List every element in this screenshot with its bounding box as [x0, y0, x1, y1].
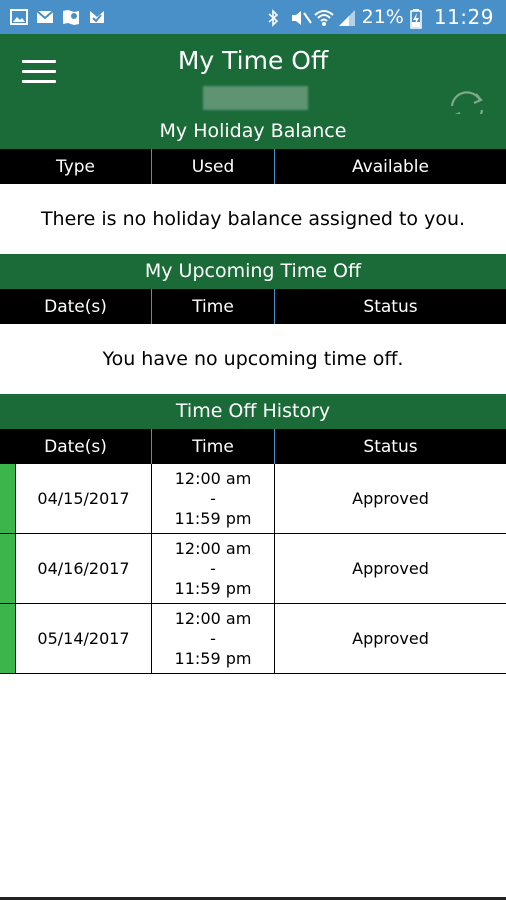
upcoming-header: Date(s) Time Status	[0, 289, 506, 324]
row-time-end: 11:59 pm	[174, 648, 252, 668]
row-status: Approved	[352, 629, 429, 648]
table-row[interactable]: 04/15/2017 12:00 am - 11:59 pm Approved	[0, 464, 506, 534]
row-status: Approved	[352, 559, 429, 578]
column-status: Status	[363, 296, 418, 317]
row-time-separator: -	[210, 558, 216, 578]
history-title: Time Off History	[0, 394, 506, 429]
column-type: Type	[0, 149, 152, 184]
row-time-start: 12:00 am	[174, 468, 252, 488]
upcoming-title: My Upcoming Time Off	[0, 254, 506, 289]
mute-icon	[290, 9, 312, 25]
row-status: Approved	[352, 489, 429, 508]
signal-icon	[338, 9, 356, 26]
row-time-separator: -	[210, 628, 216, 648]
approved-marker	[0, 534, 16, 603]
wifi-icon	[313, 9, 334, 26]
gmail-icon	[36, 9, 54, 25]
row-time: 12:00 am - 11:59 pm	[152, 604, 275, 673]
row-time-end: 11:59 pm	[174, 508, 252, 528]
column-dates: Date(s)	[0, 429, 152, 464]
holiday-balance-empty: There is no holiday balance assigned to …	[40, 208, 466, 230]
row-time-start: 12:00 am	[174, 538, 252, 558]
app-bar: My Time Off	[0, 34, 506, 125]
gallery-icon	[10, 9, 28, 25]
holiday-balance-header: Type Used Available	[0, 149, 506, 184]
row-time-start: 12:00 am	[174, 608, 252, 628]
battery-percent: 21%	[361, 6, 404, 28]
clock: 11:29	[433, 5, 494, 29]
row-date: 04/15/2017	[16, 464, 152, 533]
row-date: 04/16/2017	[16, 534, 152, 603]
column-used: Used	[152, 149, 275, 184]
row-time-separator: -	[210, 488, 216, 508]
bluetooth-icon	[266, 9, 284, 27]
column-time: Time	[152, 289, 275, 324]
column-status: Status	[363, 436, 418, 457]
holiday-balance-title: My Holiday Balance	[0, 114, 506, 149]
battery-icon	[410, 9, 428, 29]
approved-marker	[0, 464, 16, 533]
column-available: Available	[352, 156, 429, 177]
row-time-end: 11:59 pm	[174, 578, 252, 598]
maps-icon	[62, 9, 80, 25]
history-header: Date(s) Time Status	[0, 429, 506, 464]
check-app-icon	[88, 9, 106, 25]
column-dates: Date(s)	[0, 289, 152, 324]
row-time: 12:00 am - 11:59 pm	[152, 464, 275, 533]
approved-marker	[0, 604, 16, 673]
status-bar: 21% 11:29	[0, 0, 506, 34]
page-title: My Time Off	[177, 46, 329, 75]
redacted-username	[203, 86, 308, 110]
row-time: 12:00 am - 11:59 pm	[152, 534, 275, 603]
row-date: 05/14/2017	[16, 604, 152, 673]
column-time: Time	[152, 429, 275, 464]
table-row[interactable]: 05/14/2017 12:00 am - 11:59 pm Approved	[0, 604, 506, 674]
table-row[interactable]: 04/16/2017 12:00 am - 11:59 pm Approved	[0, 534, 506, 604]
upcoming-empty: You have no upcoming time off.	[102, 348, 404, 370]
